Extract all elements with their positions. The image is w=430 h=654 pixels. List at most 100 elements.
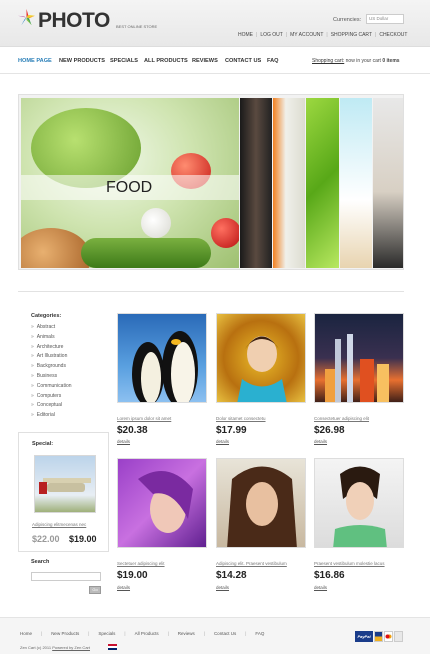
nav-reviews[interactable]: REVIEWS [192,58,218,64]
tomato-shape [211,218,239,248]
product-name[interactable]: Dolor sitamet consectetu [216,416,266,421]
separator: | [203,631,205,636]
product-name[interactable]: Lorem ipsum dolor sit amet [117,416,171,421]
category-item[interactable]: Business [31,372,72,382]
tagline: BEST ONLINE STORE [116,24,158,29]
special-product-image[interactable] [34,455,96,513]
banner-food-image[interactable]: FOOD [21,98,239,268]
paypal-logo: PayPal [355,631,373,642]
mastercard-icon [384,631,393,642]
top-links: HOME | LOG OUT | MY ACCOUNT | SHOPPING C… [238,32,407,38]
product-name[interactable]: Consectetuer adipiscing elit [314,416,369,421]
product-details-link[interactable]: details [117,439,130,444]
product-name[interactable]: Sectetuer adipiscing elit [117,561,165,566]
cart-text: now in your cart [345,58,381,64]
garlic-shape [141,208,171,238]
logo-star-icon[interactable] [18,9,35,26]
top-link-shopping-cart[interactable]: SHOPPING CART [331,32,372,38]
nav-home-page[interactable]: HOME PAGE [18,58,52,64]
nav-all-products[interactable]: ALL PRODUCTS [144,58,188,64]
product-details-link[interactable]: details [314,439,327,444]
copyright-text: Zen Cart (c) 2011 [20,645,52,650]
footer-link-home[interactable]: Home [20,631,32,636]
category-item[interactable]: Abstract [31,323,72,333]
header: PHOTO BEST ONLINE STORE Currencies: US D… [0,0,430,46]
category-item[interactable]: Backgrounds [31,362,72,372]
footer-link-contact-us[interactable]: Contact Us [214,631,236,636]
banner-slide-leaf[interactable] [306,98,339,268]
plane-tail [39,482,47,494]
product-image-bride[interactable] [314,458,404,548]
currency-select[interactable]: US Dollar [366,14,404,24]
penguin-icon [132,331,198,402]
product-name[interactable]: Adipiscing elit. Praesent vestibulum [216,561,287,566]
top-link-logout[interactable]: LOG OUT [260,32,283,38]
product-name[interactable]: Praesent vestibulum molestie lacus [314,561,385,566]
top-link-my-account[interactable]: MY ACCOUNT [290,32,323,38]
payment-logos: PayPal [355,631,405,642]
product-image-woman-hair[interactable] [216,458,306,548]
product-image-leaves-woman[interactable] [216,313,306,403]
banner-slide-woman-dark[interactable] [240,98,272,268]
separator: | [88,631,90,636]
separator: | [41,631,43,636]
banner-slide-sky[interactable] [340,98,372,268]
category-item[interactable]: Art Illustration [31,352,72,362]
uk-flag-icon[interactable] [108,644,117,650]
separator: | [375,32,377,38]
category-item[interactable]: Communication [31,382,72,392]
banner-slider[interactable]: FOOD [18,94,404,270]
footer-link-reviews[interactable]: Reviews [178,631,195,636]
cart-info: Shopping cart: now in your cart 0 items [312,58,400,64]
footer-link-new-products[interactable]: New Products [51,631,79,636]
search-input[interactable] [31,572,101,581]
footer-link-specials[interactable]: Specials [98,631,115,636]
product-image-purple-woman[interactable] [117,458,207,548]
separator: | [245,631,247,636]
search-button[interactable]: Go [89,586,101,594]
top-link-home[interactable]: HOME [238,32,253,38]
portrait-icon [138,471,193,533]
product-price: $20.38 [117,425,148,436]
category-item[interactable]: Architecture [31,343,72,353]
category-item[interactable]: Editorial [31,411,72,421]
search-title: Search [31,559,50,565]
plane-body [47,483,85,492]
product-details-link[interactable]: details [216,439,229,444]
product-price: $17.99 [216,425,247,436]
product-price: $14.28 [216,570,247,581]
product-image-penguins[interactable] [117,313,207,403]
footer-links: Home | New Products | Specials | All Pro… [20,631,264,636]
nav-specials[interactable]: SPECIALS [110,58,138,64]
category-item[interactable]: Computers [31,392,72,402]
separator: | [167,631,169,636]
special-box: Special: Adipiscing elitmecenas nec $22.… [18,432,109,552]
card-icon [394,631,403,642]
product-price: $16.86 [314,570,345,581]
special-new-price: $19.00 [69,534,97,544]
banner-slide-girl[interactable] [373,98,403,268]
category-list: Abstract Animals Architecture Art Illust… [31,323,72,421]
nav-faq[interactable]: FAQ [267,58,279,64]
category-item[interactable]: Conceptual [31,401,72,411]
logo-text[interactable]: PHOTO [38,9,110,33]
visa-card-icon [374,631,383,642]
separator: | [256,32,258,38]
product-details-link[interactable]: details [216,585,229,590]
category-item[interactable]: Animals [31,333,72,343]
special-title: Special: [32,441,54,447]
separator: | [124,631,126,636]
shopping-cart-link[interactable]: Shopping cart: [312,58,344,64]
special-product-name[interactable]: Adipiscing elitmecenas nec [32,522,86,527]
nav-new-products[interactable]: NEW PRODUCTS [59,58,105,64]
product-details-link[interactable]: details [117,585,130,590]
banner-slide-orange[interactable] [273,98,305,268]
copyright: Zen Cart (c) 2011 Powered by Zen Cart [20,645,90,650]
footer-link-all-products[interactable]: All Products [135,631,159,636]
top-link-checkout[interactable]: CHECKOUT [379,32,407,38]
product-details-link[interactable]: details [314,585,327,590]
powered-by-link[interactable]: Powered by Zen Cart [52,645,90,650]
footer-link-faq[interactable]: FAQ [255,631,264,636]
nav-contact-us[interactable]: CONTACT US [225,58,261,64]
product-image-city[interactable] [314,313,404,403]
